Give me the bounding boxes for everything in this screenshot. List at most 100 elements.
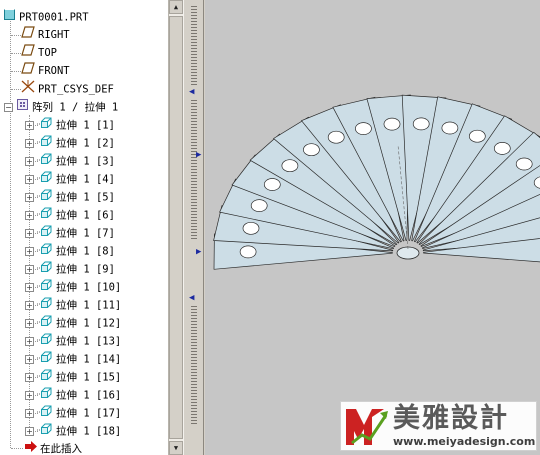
tree-item-extrude-8[interactable]: + 拉伸 1 [8]	[25, 242, 115, 260]
splitter-grip-mid	[191, 100, 197, 240]
insert-arrow-icon	[25, 440, 37, 455]
collapse-left-arrow-icon-2[interactable]: ◀	[189, 294, 194, 303]
blade-hole	[468, 129, 486, 143]
tree-item-label: 拉伸 1 [18]	[56, 425, 122, 438]
tree-item-extrude-9[interactable]: + 拉伸 1 [9]	[25, 260, 115, 278]
tree-item-label: 拉伸 1 [17]	[56, 407, 122, 420]
extrude-icon	[37, 296, 53, 315]
collapse-left-arrow-icon[interactable]: ◀	[189, 88, 194, 97]
tree-item-extrude-13[interactable]: + 拉伸 1 [13]	[25, 332, 121, 350]
expand-toggle[interactable]: +	[25, 427, 34, 436]
expand-toggle[interactable]: +	[25, 211, 34, 220]
expand-toggle[interactable]: +	[25, 319, 34, 328]
scroll-up-button[interactable]: ▲	[169, 0, 183, 14]
tree-item-label: 拉伸 1 [6]	[56, 209, 115, 222]
tree-item-label: 拉伸 1 [11]	[56, 299, 122, 312]
tree-item-extrude-7[interactable]: + 拉伸 1 [7]	[25, 224, 115, 242]
expand-toggle[interactable]: +	[25, 283, 34, 292]
blade-hole	[242, 221, 260, 235]
extrude-icon	[37, 314, 53, 333]
tree-root-part[interactable]: PRT0001.PRT	[3, 8, 89, 26]
tree-item-label: 拉伸 1 [14]	[56, 353, 122, 366]
datum-plane-icon	[21, 44, 35, 62]
tree-item-extrude-6[interactable]: + 拉伸 1 [6]	[25, 206, 115, 224]
expand-toggle[interactable]: +	[25, 409, 34, 418]
coordinate-system-icon	[21, 80, 35, 99]
expand-toggle[interactable]: +	[25, 265, 34, 274]
tree-item-extrude-16[interactable]: + 拉伸 1 [16]	[25, 386, 121, 404]
blade-hole	[383, 117, 401, 131]
tree-root-label: PRT0001.PRT	[19, 11, 89, 24]
tree-item-extrude-10[interactable]: + 拉伸 1 [10]	[25, 278, 121, 296]
extrude-icon	[37, 332, 53, 351]
expand-toggle[interactable]: +	[25, 355, 34, 364]
graphics-viewport[interactable]	[205, 0, 540, 455]
extrude-icon	[37, 170, 53, 189]
expand-right-arrow-icon[interactable]: ▶	[196, 151, 201, 160]
tree-item-pattern[interactable]: − 阵列 1 / 拉伸 1	[4, 98, 118, 116]
tree-item-label: TOP	[38, 47, 57, 59]
expand-toggle[interactable]: +	[25, 373, 34, 382]
blade-hole	[327, 130, 345, 144]
tree-pattern-label: 阵列 1 / 拉伸 1	[32, 101, 119, 114]
fan-model[interactable]	[205, 0, 540, 455]
blade-hole	[515, 157, 533, 171]
tree-item-label: 拉伸 1 [13]	[56, 335, 122, 348]
blade-hole	[441, 121, 459, 135]
tree-item-insert-here[interactable]: 在此插入	[25, 440, 82, 455]
expand-toggle[interactable]: +	[25, 157, 34, 166]
tree-item-extrude-17[interactable]: + 拉伸 1 [17]	[25, 404, 121, 422]
tree-item-extrude-18[interactable]: + 拉伸 1 [18]	[25, 422, 121, 440]
extrude-icon	[37, 242, 53, 261]
tree-item-label: 拉伸 1 [4]	[56, 173, 115, 186]
tree-connector	[11, 89, 21, 90]
tree-item-label: 拉伸 1 [1]	[56, 119, 115, 132]
tree-item-top[interactable]: TOP	[21, 44, 57, 62]
part-icon	[3, 8, 16, 27]
tree-item-right[interactable]: RIGHT	[21, 26, 70, 44]
tree-item-extrude-5[interactable]: + 拉伸 1 [5]	[25, 188, 115, 206]
tree-scrollbar[interactable]: ▲ ▼	[168, 0, 183, 455]
extrude-icon	[37, 134, 53, 153]
tree-item-label: 拉伸 1 [16]	[56, 389, 122, 402]
tree-item-label: 拉伸 1 [12]	[56, 317, 122, 330]
extrude-icon	[37, 278, 53, 297]
expand-right-arrow-icon-2[interactable]: ▶	[196, 248, 201, 257]
expand-toggle[interactable]: +	[25, 301, 34, 310]
tree-item-csys[interactable]: PRT_CSYS_DEF	[21, 80, 114, 98]
pattern-icon	[16, 98, 29, 117]
extrude-icon	[37, 116, 53, 135]
insert-here-label: 在此插入	[40, 443, 82, 455]
expand-toggle[interactable]: +	[25, 391, 34, 400]
expand-toggle[interactable]: +	[25, 337, 34, 346]
tree-item-front[interactable]: FRONT	[21, 62, 70, 80]
extrude-icon	[37, 224, 53, 243]
tree-item-extrude-14[interactable]: + 拉伸 1 [14]	[25, 350, 121, 368]
tree-item-extrude-11[interactable]: + 拉伸 1 [11]	[25, 296, 121, 314]
tree-item-label: 拉伸 1 [3]	[56, 155, 115, 168]
expand-toggle[interactable]: +	[25, 247, 34, 256]
expand-toggle[interactable]: +	[25, 229, 34, 238]
panel-splitter[interactable]: ◀ ◀	[183, 0, 204, 455]
tree-item-extrude-12[interactable]: + 拉伸 1 [12]	[25, 314, 121, 332]
extrude-icon	[37, 422, 53, 441]
tree-connector	[11, 53, 21, 54]
tree-item-extrude-15[interactable]: + 拉伸 1 [15]	[25, 368, 121, 386]
tree-item-extrude-3[interactable]: + 拉伸 1 [3]	[25, 152, 115, 170]
collapse-toggle[interactable]: −	[4, 103, 13, 112]
datum-plane-icon	[21, 62, 35, 80]
expand-toggle[interactable]: +	[25, 175, 34, 184]
tree-item-extrude-4[interactable]: + 拉伸 1 [4]	[25, 170, 115, 188]
tree-item-extrude-1[interactable]: + 拉伸 1 [1]	[25, 116, 115, 134]
blade-hole	[493, 142, 511, 155]
tree-item-label: 拉伸 1 [7]	[56, 227, 115, 240]
tree-connector	[11, 35, 21, 36]
scroll-thumb[interactable]	[169, 16, 183, 439]
tree-item-label: 拉伸 1 [2]	[56, 137, 115, 150]
tree-item-label: RIGHT	[38, 29, 70, 41]
expand-toggle[interactable]: +	[25, 193, 34, 202]
expand-toggle[interactable]: +	[25, 121, 34, 130]
expand-toggle[interactable]: +	[25, 139, 34, 148]
scroll-down-button[interactable]: ▼	[169, 441, 183, 455]
tree-item-extrude-2[interactable]: + 拉伸 1 [2]	[25, 134, 115, 152]
